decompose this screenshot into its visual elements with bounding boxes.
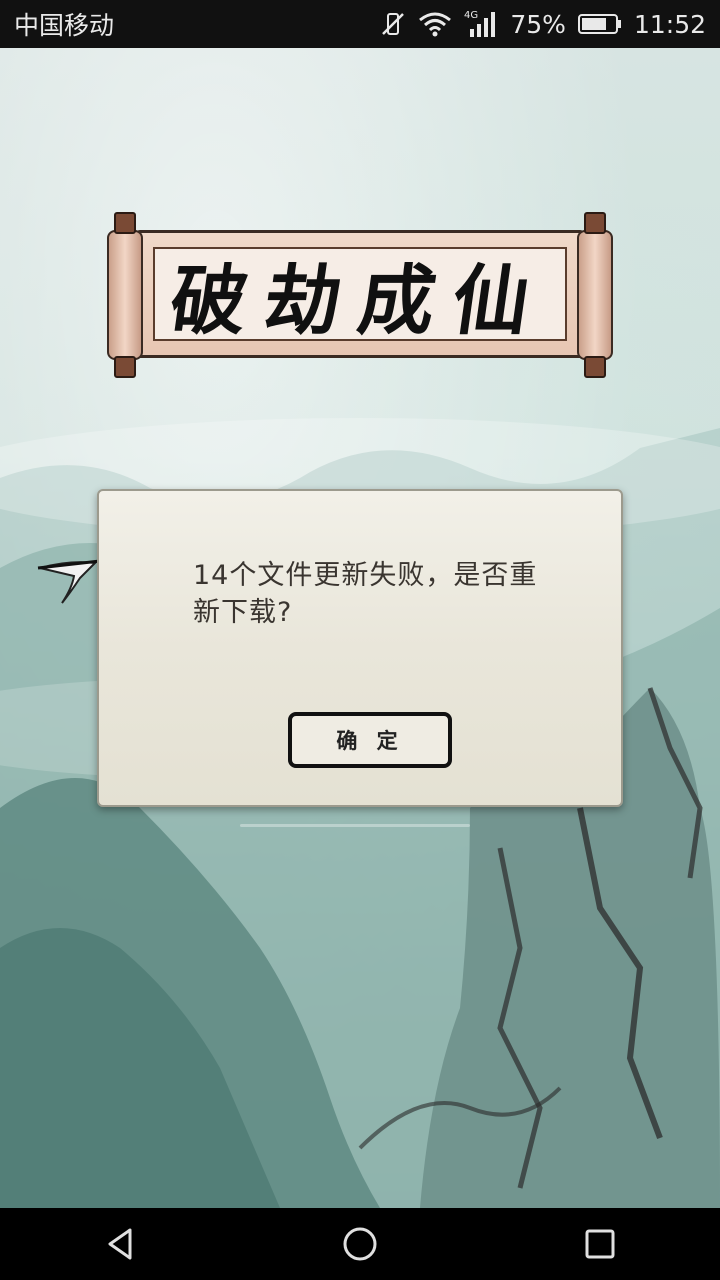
home-button[interactable] (320, 1208, 400, 1280)
status-right: 4G 75% 11:52 (380, 9, 706, 39)
update-failed-dialog: 14个文件更新失败，是否重新下载? 确 定 (97, 489, 623, 807)
divider (240, 824, 470, 827)
scroll-inner: 破劫成仙 (153, 247, 567, 345)
status-left: 中国移动 (14, 6, 114, 42)
carrier-name: 中国移动 (14, 11, 115, 40)
game-title: 破劫成仙 (164, 256, 554, 345)
scroll-paper: 破劫成仙 (136, 230, 584, 358)
mute-vibrate-icon (380, 11, 406, 37)
game-title-scroll: 破劫成仙 (100, 200, 620, 390)
recents-button[interactable] (560, 1208, 640, 1280)
recents-icon (585, 1229, 615, 1259)
confirm-button[interactable]: 确 定 (288, 712, 452, 768)
home-icon (343, 1227, 377, 1261)
wifi-icon (418, 11, 452, 37)
status-bar: 中国移动 4G 75% 11:52 (0, 0, 720, 48)
back-button[interactable] (80, 1208, 160, 1280)
scroll-roller-right (574, 212, 616, 378)
scroll-roller-left (104, 212, 146, 378)
network-type-label: 4G (464, 10, 478, 21)
dialog-message: 14个文件更新失败，是否重新下载? (193, 560, 538, 628)
signal-icon: 4G (464, 9, 498, 39)
back-icon (108, 1228, 132, 1260)
battery-percent: 75% (510, 9, 566, 39)
battery-icon (577, 12, 622, 36)
clock: 11:52 (633, 9, 706, 39)
navigation-bar (0, 1208, 720, 1280)
